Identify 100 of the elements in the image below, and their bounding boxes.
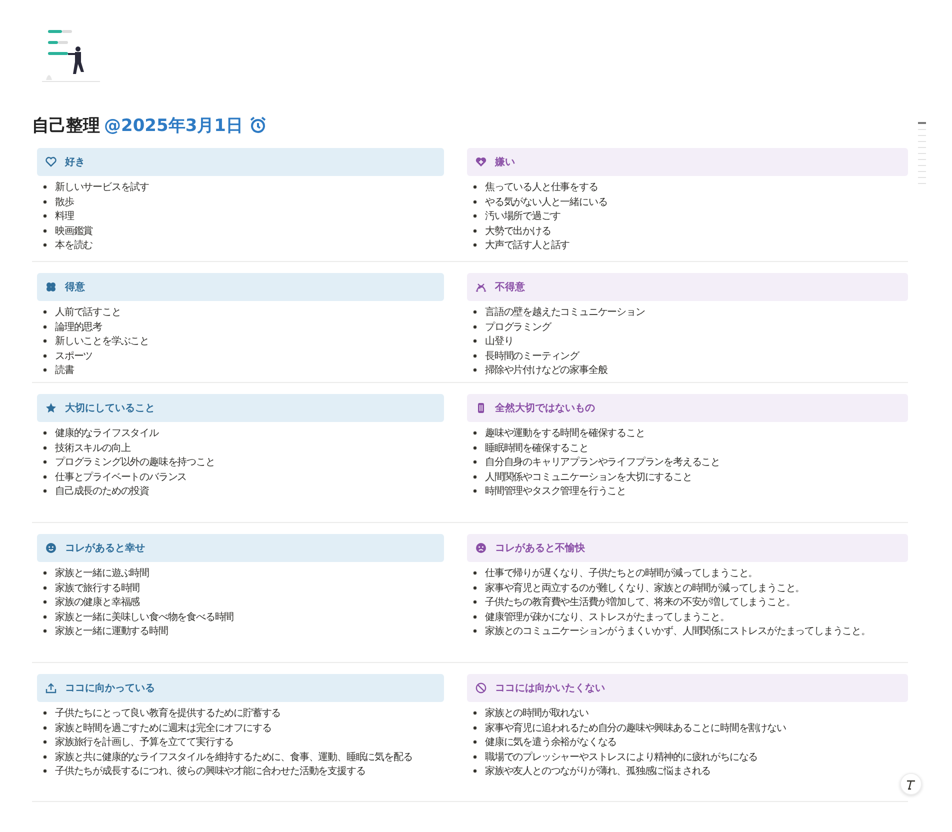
list-item: スポーツ [55,350,93,363]
date-mention[interactable]: @2025年3月1日 [104,114,243,136]
bullet-icon [43,489,47,494]
bullet-icon [473,460,477,464]
list-item: 家族の健康と幸福感 [55,596,140,610]
bullet-icon [43,431,47,436]
heading-text: 嫌い [495,156,515,169]
list-item: 掃除や片付けなどの家事全般 [485,364,608,378]
bullet-icon [473,200,477,204]
heading-text: 大切にしていること [65,402,155,415]
bullet-icon [473,185,477,190]
bullet-icon [43,339,47,344]
bullet-icon [43,214,47,218]
bullet-icon [473,310,477,314]
list-item: 技術スキルの向上 [55,442,130,455]
list-item: 本を読む [55,238,93,252]
bullet-icon [43,769,47,774]
bullet-icon [473,243,477,248]
list-item: 汚い場所で過ごす [485,210,560,224]
heading-text: コレがあると幸せ [65,542,145,555]
list-item: 山登り [485,334,514,348]
list-item: 子供たちが成長するにつれ、彼らの興味や才能に合わせた活動を支援する [55,764,366,778]
upload-icon [45,682,57,694]
list-item: 時間管理やタスク管理を行うこと [485,484,626,498]
list-item: 論理的思考 [55,320,102,334]
list-item: 新しいサービスを試す [55,180,150,194]
bullet-icon [43,200,47,204]
page-title: 自己整理 [32,114,100,136]
list-item: 人間関係やコミュニケーションを大切にすること [485,470,692,484]
clover-icon [45,281,57,293]
list-item: 子供たちにとって良い教育を提供するために貯蓄する [55,706,281,720]
bullet-icon [43,726,47,730]
list-item: 家族と一緒に運動する時間 [55,624,168,638]
bullet-icon [43,460,47,464]
list-item: 子供たちの教育費や生活費が増加して、将来の不安が増してしまうこと。 [485,596,796,610]
list-item: 自己成長のための投資 [55,484,150,498]
bullet-icon [43,711,47,716]
heart-icon [45,156,57,168]
bullet-icon [43,474,47,479]
list-item: 読書 [55,364,74,378]
list-item: プログラミング以外の趣味を持つこと [55,456,215,470]
list-item: 大勢で出かける [485,224,551,238]
star-icon [45,402,57,414]
list-item: 家族と一緒に美味しい食べ物を食べる時間 [55,610,234,624]
bullet-icon [43,368,47,372]
heart-icon [475,156,487,168]
list-item: 仕事とプライベートのバランス [55,470,187,484]
list-item: 長時間のミーティング [485,350,580,363]
list-item: 健康に気を遣う余裕がなくなる [485,736,617,750]
list-item: 趣味や運動をする時間を確保すること [485,426,645,440]
heading-text: ココに向かっている [65,682,155,695]
bullet-icon [473,740,477,744]
bullet-icon [473,614,477,619]
list-item: 健康的なライフスタイル [55,426,158,440]
bullet-icon [473,754,477,759]
bullet-icon [43,310,47,314]
bullet-icon [473,474,477,479]
list-item: 人前で話すこと [55,306,121,320]
bullet-icon [473,228,477,233]
list-item: 職場でのプレッシャーやストレスにより精神的に疲れがちになる [485,750,758,764]
list-item: 映画鑑賞 [55,224,93,238]
list-item: 家族旅行を計画し、予算を立てて実行する [55,736,234,750]
heading-text: コレがあると不愉快 [495,542,585,555]
list-item: プログラミング [485,320,551,334]
bullet-icon [43,614,47,619]
list-item: 健康管理が疎かになり、ストレスがたまってしまうこと。 [485,610,730,624]
heading-text: ココには向かいたくない [495,682,605,695]
bullet-icon [43,324,47,329]
bullet-icon [43,243,47,248]
list-item: やる気がない人と一緒にいる [485,196,608,209]
bullet-icon [43,754,47,759]
bullet-icon [43,185,47,190]
bullet-icon [473,769,477,774]
list-item: 家事や育児と両立するのが難しくなり、家族との時間が減ってしまうこと。 [485,582,805,595]
list-item: 家族とのコミュニケーションがうまくいかず、人間関係にストレスがたまってしまうこと。 [485,624,870,638]
bullet-icon [473,489,477,494]
list-item: 焦っている人と仕事をする [485,180,598,194]
bullet-icon [43,354,47,358]
assistant-button[interactable] [900,773,922,795]
bullet-icon [473,726,477,730]
bullet-icon [473,446,477,450]
bullet-icon [473,629,477,634]
smiley-icon [45,542,57,554]
pen-icon [905,778,917,790]
bullet-icon [473,214,477,218]
list-item: 散歩 [55,196,74,209]
list-item: 料理 [55,210,74,224]
bullet-icon [473,324,477,329]
list-item: 睡眠時間を確保すること [485,442,588,455]
heading-text: 全然大切ではないもの [495,402,595,415]
ban-icon [475,682,487,694]
heading-text: 得意 [65,280,85,294]
bullet-icon [43,571,47,576]
bullet-icon [473,571,477,576]
bullet-icon [473,354,477,358]
list-item: 家族と共に健康的なライフスタイルを維持するために、食事、運動、睡眠に気を配る [55,750,412,764]
heading-text: 好き [65,156,85,169]
list-item: 家族や友人とのつながりが薄れ、孤独感に悩まされる [485,764,711,778]
bullet-icon [473,339,477,344]
list-item: 新しいことを学ぶこと [55,334,150,348]
